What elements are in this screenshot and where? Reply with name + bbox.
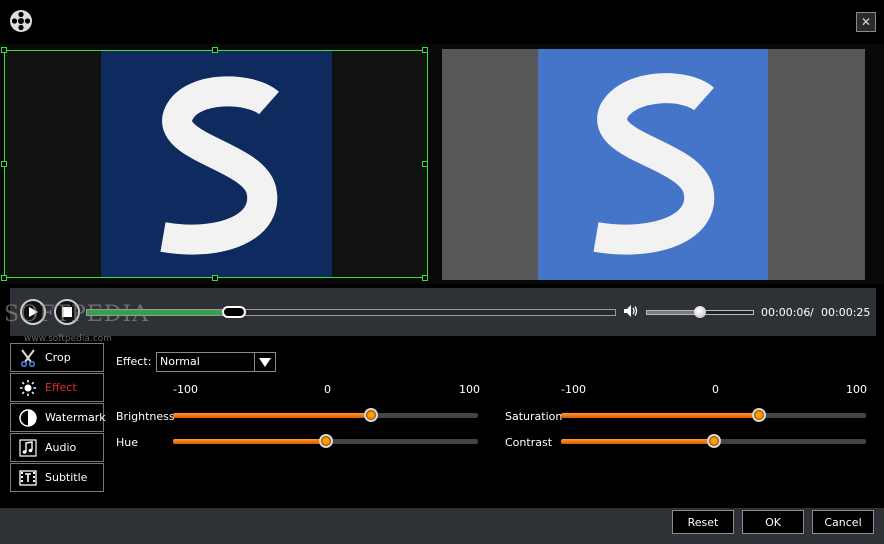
crop-handle[interactable]	[1, 47, 7, 53]
volume-fill	[647, 311, 701, 314]
crop-handle[interactable]	[422, 161, 428, 167]
hue-fill	[173, 439, 326, 444]
scissors-icon	[19, 348, 37, 367]
tab-label: Audio	[45, 441, 77, 454]
crop-handle[interactable]	[212, 47, 218, 53]
scale-mid-left: 0	[324, 383, 331, 396]
s-logo-icon	[593, 73, 715, 255]
scale-max-left: 100	[459, 383, 480, 396]
progress-fill	[87, 310, 236, 315]
cancel-button[interactable]: Cancel	[812, 510, 874, 534]
speaker-icon[interactable]	[624, 305, 638, 320]
brightness-knob[interactable]	[364, 408, 379, 422]
effect-select-value: Normal	[160, 355, 200, 368]
tab-watermark[interactable]: Watermark	[10, 403, 106, 432]
tab-label: Subtitle	[45, 471, 88, 484]
reset-button[interactable]: Reset	[672, 510, 734, 534]
tab-crop[interactable]: Crop	[10, 343, 104, 372]
close-icon: ✕	[860, 15, 872, 29]
brightness-label: Brightness	[116, 410, 175, 423]
output-video-frame	[538, 49, 768, 280]
crop-handle[interactable]	[1, 275, 7, 281]
scale-min-left: -100	[173, 383, 198, 396]
crop-handle[interactable]	[1, 161, 7, 167]
time-separator: /	[810, 306, 814, 319]
scale-min-right: -100	[561, 383, 586, 396]
tab-audio[interactable]: Audio	[10, 433, 104, 462]
crop-handle[interactable]	[422, 47, 428, 53]
tab-subtitle[interactable]: Subtitle	[10, 463, 104, 492]
contrast-label: Contrast	[505, 436, 553, 449]
contrast-knob[interactable]	[706, 434, 721, 448]
effect-label: Effect:	[116, 355, 152, 368]
brightness-slider[interactable]	[173, 413, 478, 418]
source-video-frame	[101, 51, 332, 277]
title-bar	[0, 0, 884, 45]
hue-label: Hue	[116, 436, 139, 449]
current-time: 00:00:06	[761, 306, 811, 319]
total-time: 00:00:25	[821, 306, 871, 319]
contrast-fill	[561, 439, 714, 444]
tab-label: Effect	[45, 381, 77, 394]
music-note-icon	[19, 438, 37, 457]
saturation-fill	[561, 413, 760, 418]
tab-label: Watermark	[45, 411, 106, 424]
effect-select[interactable]: Normal	[156, 352, 276, 372]
scale-max-right: 100	[846, 383, 867, 396]
volume-knob[interactable]	[694, 306, 706, 318]
watermark-icon	[19, 408, 37, 427]
crop-handle[interactable]	[422, 275, 428, 281]
chevron-down-icon[interactable]	[254, 353, 275, 371]
hue-knob[interactable]	[318, 434, 333, 448]
progress-knob[interactable]	[222, 306, 247, 318]
brightness-fill	[173, 413, 372, 418]
saturation-knob[interactable]	[752, 408, 767, 422]
subtitle-icon	[19, 469, 37, 487]
film-reel-icon	[9, 9, 33, 33]
source-preview[interactable]	[4, 50, 428, 278]
progress-track[interactable]	[86, 309, 616, 316]
sun-icon	[19, 379, 37, 397]
saturation-label: Saturation	[505, 410, 563, 423]
ok-button[interactable]: OK	[742, 510, 804, 534]
s-logo-icon	[160, 76, 279, 255]
close-button[interactable]: ✕	[856, 12, 876, 32]
saturation-slider[interactable]	[561, 413, 866, 418]
tab-label: Crop	[45, 351, 71, 364]
tab-effect[interactable]: Effect	[10, 373, 104, 402]
output-preview	[442, 49, 865, 280]
crop-handle[interactable]	[212, 275, 218, 281]
scale-mid-right: 0	[712, 383, 719, 396]
